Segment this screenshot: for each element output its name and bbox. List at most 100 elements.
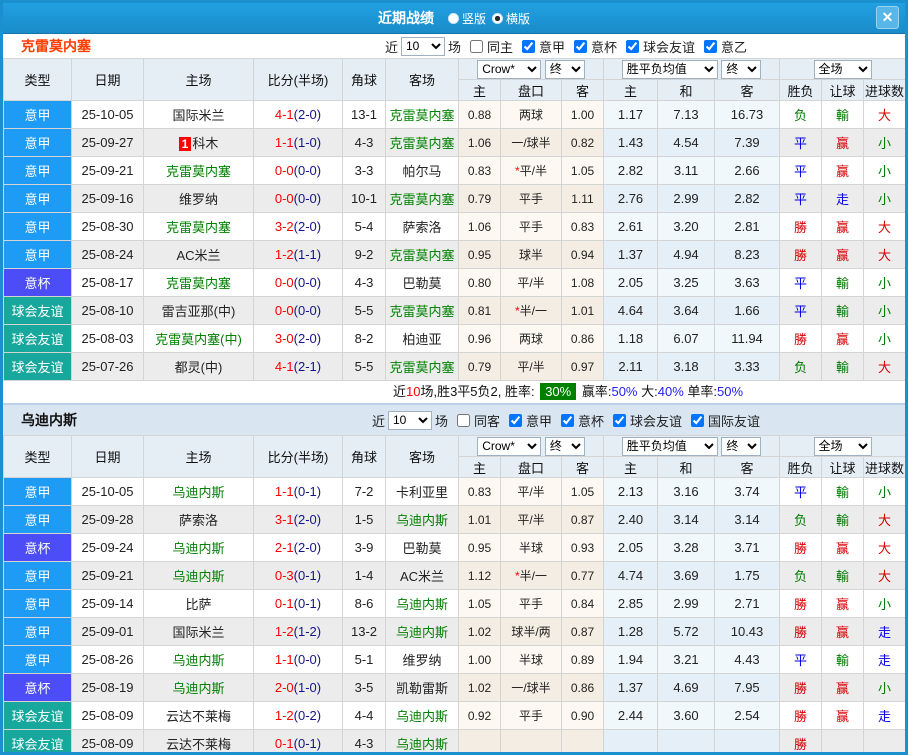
- league-filter-checkbox[interactable]: [561, 413, 574, 427]
- match-score: 1-1(0-1): [253, 477, 343, 506]
- odds-home: 1.06: [458, 212, 501, 241]
- avg-select[interactable]: 胜平负均值: [621, 59, 718, 79]
- avg-away: 7.95: [714, 673, 781, 702]
- avg-final-select[interactable]: 终: [721, 436, 762, 456]
- scope-select[interactable]: 全场: [813, 59, 872, 79]
- match-row: 意杯 25-08-19 乌迪内斯 2-0(1-0) 3-5 凯勒雷斯 1.02 一/球半 0.8…: [3, 673, 905, 702]
- col-header-type: 类型: [3, 58, 72, 101]
- avg-final-select[interactable]: 终: [721, 59, 762, 79]
- corners: 13-2: [342, 617, 386, 646]
- col-header-avg-draw: 和: [657, 456, 716, 478]
- section1-filter-row: 克雷莫内塞 近 10 场 同主 意甲 意杯 球会友谊 意乙: [3, 34, 905, 58]
- same-home-checkbox[interactable]: [469, 39, 483, 53]
- avg-away: 11.94: [714, 324, 781, 353]
- vertical-radio[interactable]: [447, 12, 459, 24]
- view-mode-horizontal[interactable]: 横版: [492, 10, 530, 27]
- result-goals: 走: [863, 701, 905, 730]
- league-filter-checkbox[interactable]: [521, 39, 535, 53]
- odds-handicap: 球半: [500, 240, 562, 269]
- summary-part: 40%: [657, 384, 684, 399]
- odds-home: 1.00: [458, 645, 501, 674]
- odds-away: 0.84: [560, 589, 605, 618]
- odds-select-group: Crow* 终: [457, 58, 605, 80]
- avg-away: 2.71: [714, 589, 781, 618]
- col-header-handicap-result: 让球: [821, 456, 865, 478]
- fulltime-score: 0-0: [274, 191, 294, 206]
- halftime-score: (1-1): [293, 247, 322, 262]
- view-mode-vertical[interactable]: 竖版: [447, 10, 486, 27]
- match-count-select[interactable]: 10: [400, 36, 445, 56]
- league-filter-checkbox[interactable]: [574, 39, 587, 53]
- match-count-select[interactable]: 10: [387, 410, 432, 430]
- result-handicap: 赢: [821, 617, 865, 646]
- col-header-avg-draw: 和: [657, 79, 716, 101]
- result-outcome: 平: [779, 156, 823, 185]
- fulltime-score: 0-0: [274, 303, 294, 318]
- away-team: 克雷莫内塞: [385, 100, 459, 129]
- league-filter-checkbox[interactable]: [704, 39, 718, 53]
- league-filter-checkbox[interactable]: [626, 39, 640, 53]
- away-team-name: 乌迪内斯: [395, 625, 448, 640]
- home-team: 克雷莫内塞: [143, 212, 254, 241]
- col-header-handicap-result: 让球: [821, 79, 865, 101]
- league-filter-checkbox[interactable]: [613, 413, 627, 427]
- match-date: 25-09-14: [71, 589, 144, 618]
- fulltime-score: 1-1: [274, 135, 294, 150]
- odds-final-select[interactable]: 终: [544, 436, 585, 456]
- section2-filter-row: 乌迪内斯 近 10 场 同客 意甲 意杯 球会友谊 国际友谊: [3, 403, 905, 435]
- avg-draw: 3.60: [657, 701, 716, 730]
- odds-away: 0.86: [560, 673, 605, 702]
- avg-draw: 5.72: [657, 617, 716, 646]
- odds-away: 0.83: [560, 212, 605, 241]
- result-outcome: 勝: [779, 701, 823, 730]
- halftime-score: (0-1): [293, 736, 322, 751]
- scope-select[interactable]: 全场: [813, 436, 872, 456]
- league-filter-checkbox[interactable]: [508, 413, 522, 427]
- corners: 4-3: [342, 729, 386, 752]
- avg-draw: 3.69: [657, 561, 716, 590]
- section2-team-name: 乌迪内斯: [21, 412, 77, 428]
- away-team-name: 克雷莫内塞: [389, 192, 455, 207]
- result-handicap: [821, 729, 865, 752]
- result-goals: 走: [863, 645, 905, 674]
- result-goals: 走: [863, 617, 905, 646]
- col-header-away: 客场: [385, 435, 459, 478]
- odds-handicap: 平/半: [500, 477, 562, 506]
- same-away-checkbox[interactable]: [456, 413, 470, 427]
- odds-source-select[interactable]: Crow*: [477, 59, 542, 79]
- star-mark: *: [514, 569, 520, 583]
- league-badge: 意甲: [3, 477, 72, 506]
- match-row: 球会友谊 25-07-26 都灵(中) 4-1(2-1) 5-5 克雷莫内塞 0.79 平/半…: [3, 352, 905, 381]
- away-team-name: 帕尔马: [402, 164, 442, 179]
- odds-home: 0.79: [458, 184, 501, 213]
- avg-select-group: 胜平负均值 终: [603, 435, 781, 457]
- result-handicap: 赢: [821, 589, 865, 618]
- avg-select[interactable]: 胜平负均值: [621, 436, 718, 456]
- home-team-name: 都灵(中): [174, 360, 223, 375]
- away-team-name: 乌迪内斯: [395, 513, 448, 528]
- home-team: 乌迪内斯: [143, 673, 254, 702]
- horizontal-radio-label: 横版: [506, 11, 531, 26]
- col-header-result: 胜负: [779, 79, 823, 101]
- league-filter-checkbox[interactable]: [691, 413, 705, 427]
- match-row: 意甲 25-09-27 1 科木 1-1(1-0) 4-3 克雷莫内塞 1.06 一/球半 0.8…: [3, 128, 905, 157]
- match-row: 意甲 25-08-30 克雷莫内塞 3-2(2-0) 5-4 萨索洛 1.06 平手 0.83 2…: [3, 212, 905, 241]
- result-goals: 小: [863, 589, 905, 618]
- halftime-score: (1-0): [293, 680, 322, 695]
- horizontal-radio[interactable]: [492, 12, 503, 24]
- away-team: 柏迪亚: [385, 324, 459, 353]
- fulltime-score: 1-1: [274, 484, 294, 499]
- result-outcome: 平: [779, 477, 823, 506]
- odds-home: 1.06: [458, 128, 501, 157]
- avg-home: 1.43: [603, 128, 659, 157]
- avg-away: 10.43: [714, 617, 781, 646]
- result-outcome: 勝: [779, 673, 823, 702]
- result-goals: 小: [863, 128, 905, 157]
- match-row: 球会友谊 25-08-09 云达不莱梅 1-2(0-2) 4-4 乌迪内斯 0.92 平手 0.…: [3, 701, 905, 730]
- close-button[interactable]: ✕: [876, 6, 899, 29]
- odds-final-select[interactable]: 终: [544, 59, 585, 79]
- odds-source-select[interactable]: Crow*: [477, 436, 542, 456]
- home-team-name: 乌迪内斯: [172, 569, 225, 584]
- match-score: 3-1(2-0): [253, 505, 343, 534]
- odds-home: 0.83: [458, 156, 501, 185]
